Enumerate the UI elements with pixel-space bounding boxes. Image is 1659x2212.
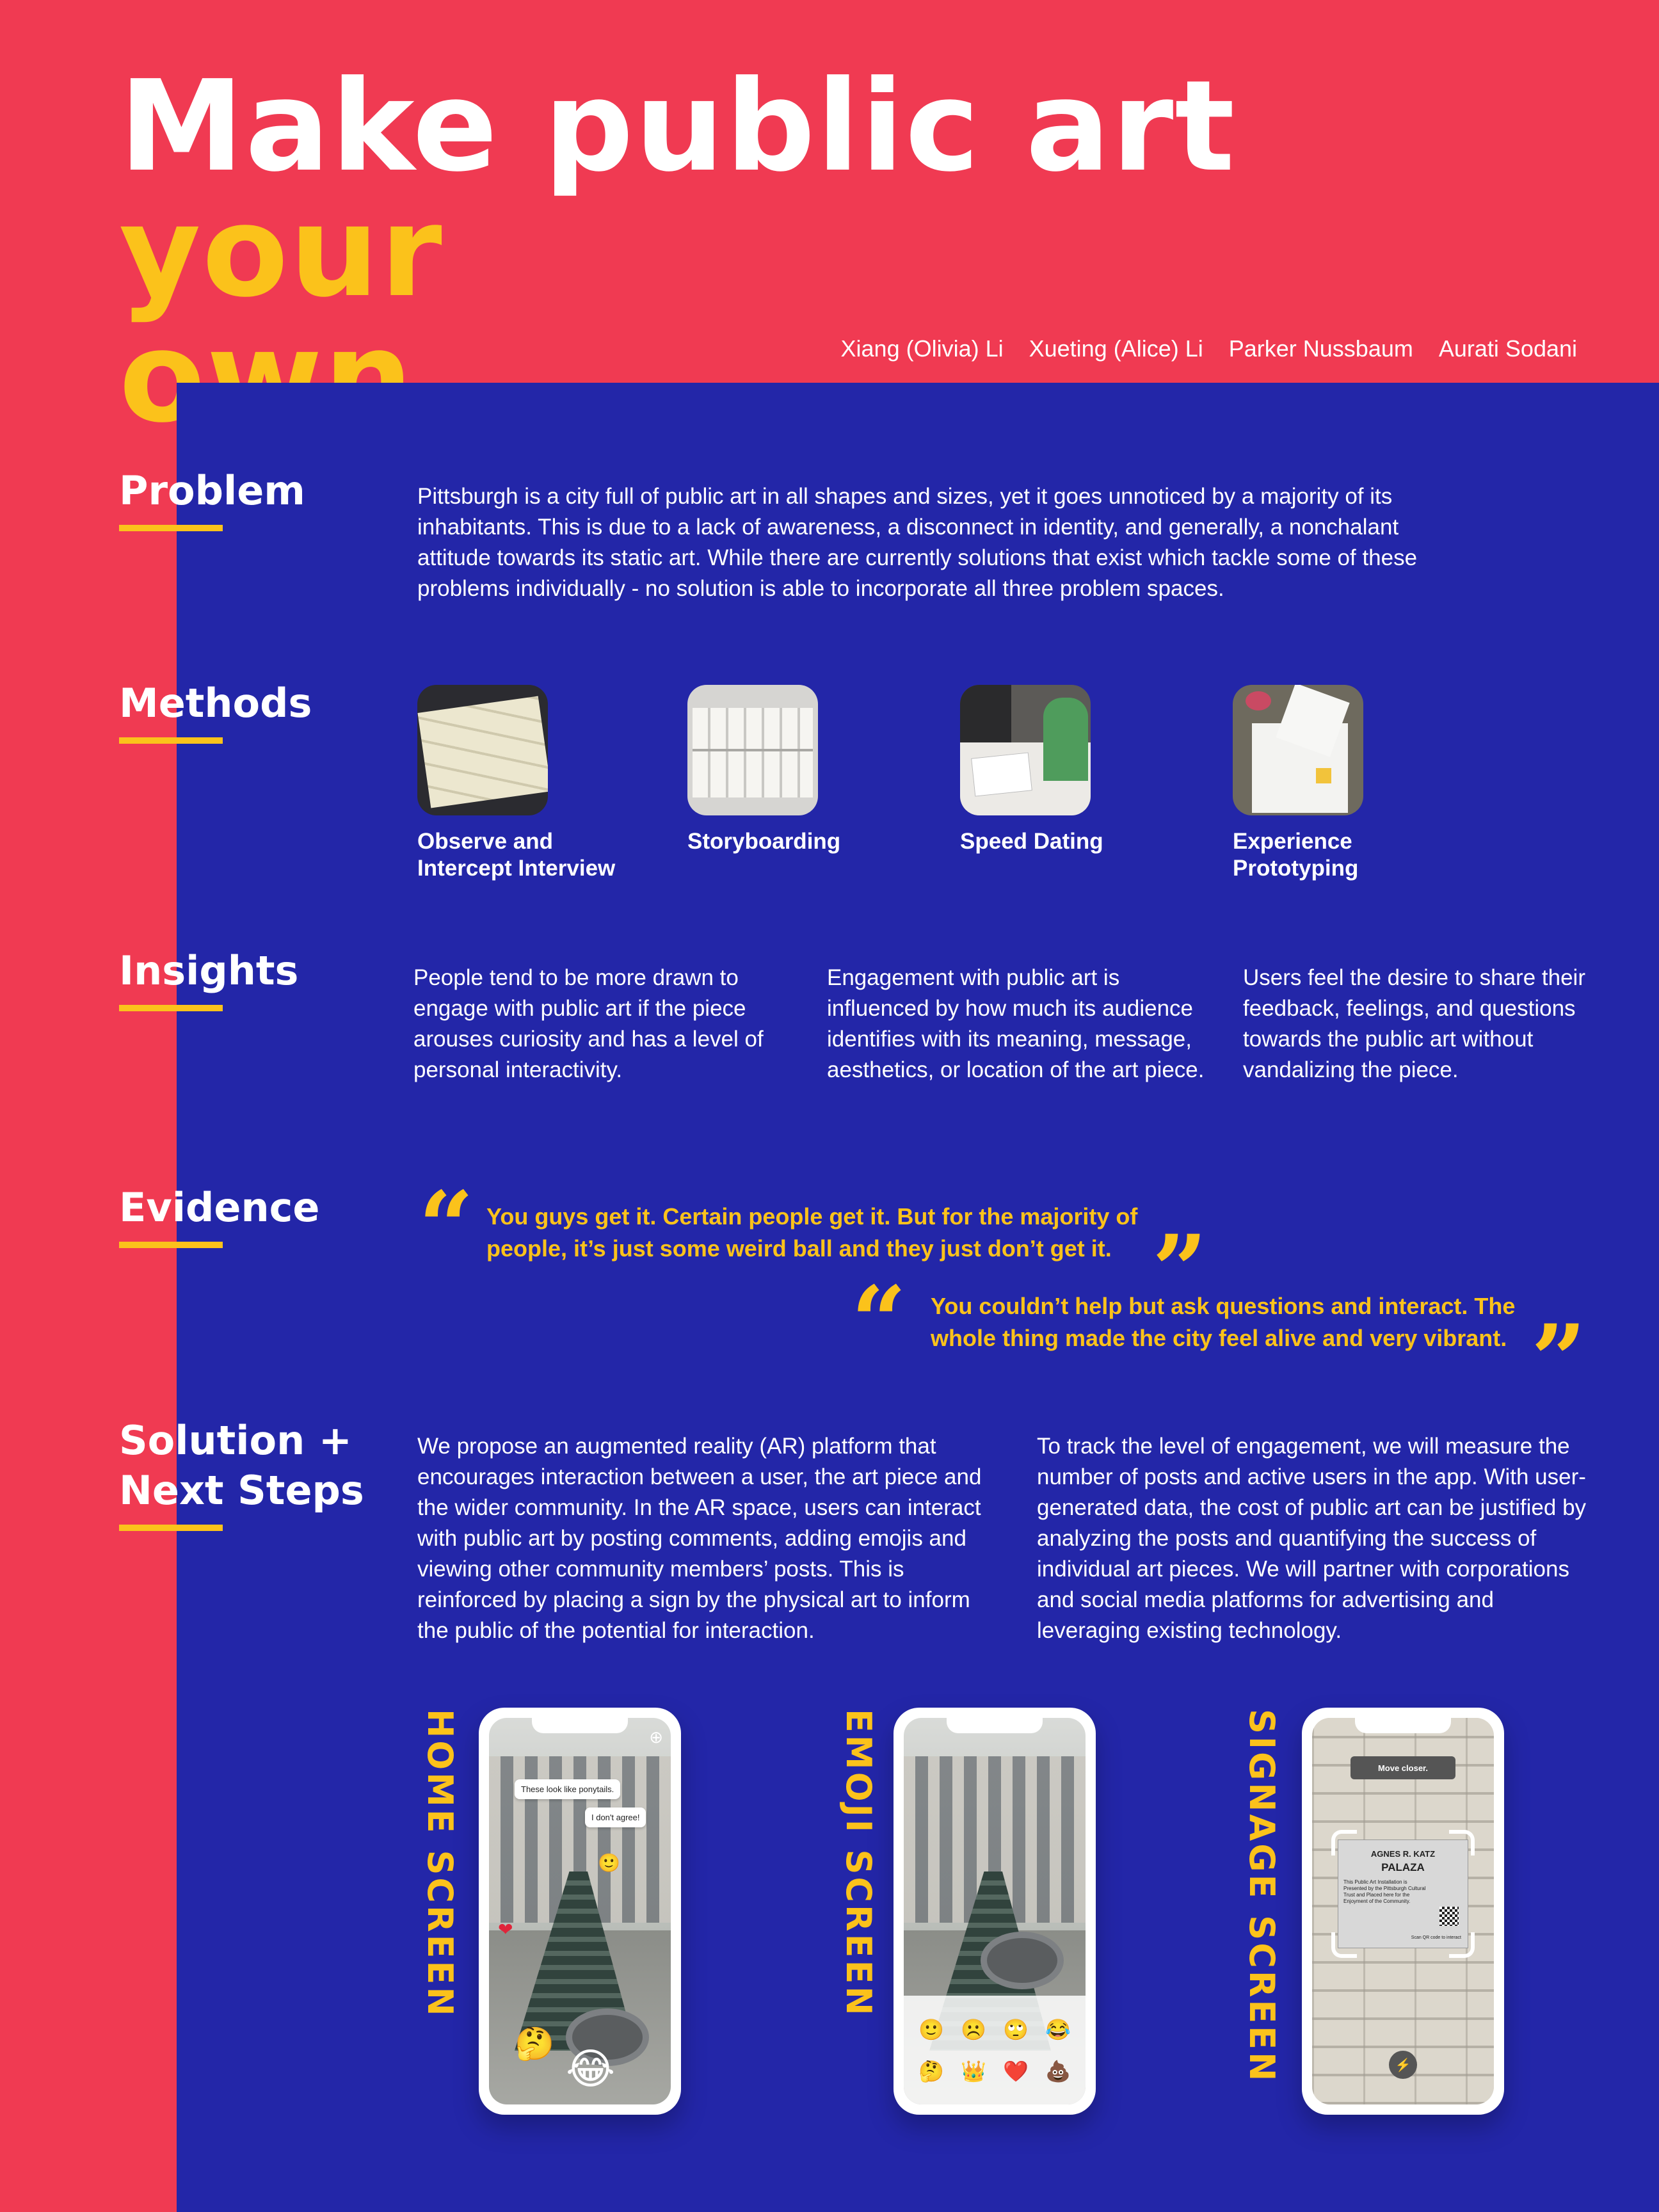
emoji-screen: 🙂 ☹️ 🙄 😂 🤔 👑 ❤️ 💩 bbox=[904, 1718, 1086, 2104]
open-quote-icon: “ bbox=[419, 1171, 474, 1283]
emoji-picker: 🙂 ☹️ 🙄 😂 🤔 👑 ❤️ 💩 bbox=[904, 1996, 1086, 2104]
problem-text: Pittsburgh is a city full of public art … bbox=[417, 484, 1418, 601]
method-photo bbox=[960, 685, 1091, 815]
insights-heading: Insights bbox=[119, 946, 298, 1011]
home-screen-label: HOME SCREEN bbox=[420, 1709, 460, 2019]
method-caption: Speed Dating bbox=[960, 828, 1103, 855]
heading-underline bbox=[119, 525, 223, 531]
method-photo bbox=[417, 685, 548, 815]
flashlight-icon[interactable]: ⚡ bbox=[1389, 2051, 1417, 2079]
emoji-option[interactable]: 🤔 bbox=[918, 2059, 944, 2083]
next-steps-text: To track the level of engagement, we wil… bbox=[1037, 1434, 1587, 1643]
method-photo bbox=[1233, 685, 1363, 815]
method-caption-line: Storyboarding bbox=[687, 829, 841, 854]
problem-heading: Problem bbox=[119, 466, 305, 531]
insight-2: Engagement with public art is influenced… bbox=[827, 965, 1205, 1082]
solution-text: We propose an augmented reality (AR) pla… bbox=[417, 1434, 982, 1643]
heading-underline bbox=[119, 737, 223, 744]
evidence-heading-text: Evidence bbox=[119, 1184, 320, 1231]
phone-notch bbox=[1355, 1718, 1451, 1733]
insight-1: People tend to be more drawn to engage w… bbox=[413, 965, 764, 1082]
method-caption: Observe and Intercept Interview bbox=[417, 828, 615, 882]
emoji-option[interactable]: ❤️ bbox=[1003, 2059, 1029, 2083]
method-storyboarding: Storyboarding bbox=[687, 685, 840, 855]
emoji-option[interactable]: 👑 bbox=[961, 2059, 986, 2083]
smile-emoji-icon[interactable]: 🙂 bbox=[598, 1852, 620, 1873]
author: Xiang (Olivia) Li bbox=[840, 335, 1004, 362]
method-speed-dating: Speed Dating bbox=[960, 685, 1103, 855]
solution-heading-line: Solution + bbox=[119, 1417, 352, 1464]
move-closer-toast: Move closer. bbox=[1350, 1756, 1455, 1779]
emoji-option[interactable]: 🙄 bbox=[1003, 2017, 1029, 2042]
method-caption-line: Prototyping bbox=[1233, 856, 1359, 881]
open-quote-icon: “ bbox=[851, 1265, 907, 1378]
method-caption-line: Experience bbox=[1233, 829, 1352, 854]
home-screen-phone: ⊕ These look like ponytails. I don't agr… bbox=[479, 1708, 681, 2115]
phone-notch bbox=[532, 1718, 628, 1733]
scan-frame bbox=[1331, 1830, 1475, 1958]
insight-3: Users feel the desire to share their fee… bbox=[1243, 965, 1585, 1082]
evidence-heading: Evidence bbox=[119, 1183, 319, 1248]
emoji-option[interactable]: 💩 bbox=[1045, 2059, 1071, 2083]
author: Aurati Sodani bbox=[1438, 335, 1577, 362]
heading-underline bbox=[119, 1525, 223, 1531]
comment-bubble[interactable]: I don't agree! bbox=[585, 1807, 646, 1827]
add-icon[interactable]: ⊕ bbox=[649, 1728, 663, 1747]
home-screen: ⊕ These look like ponytails. I don't agr… bbox=[489, 1718, 671, 2104]
solution-heading: Solution + Next Steps bbox=[119, 1416, 364, 1531]
signage-screen-phone: Move closer. AGNES R. KATZ PALAZA This P… bbox=[1302, 1708, 1504, 2115]
title-yellow-part-1: your bbox=[119, 179, 444, 325]
eye-sculpture bbox=[981, 1932, 1064, 1989]
method-caption: Storyboarding bbox=[687, 828, 840, 855]
emoji-option[interactable]: 🙂 bbox=[918, 2017, 944, 2042]
title-white-part: Make public art bbox=[119, 54, 1237, 200]
emoji-option[interactable]: 😂 bbox=[1045, 2017, 1071, 2042]
evidence-quote-2: You couldn’t help but ask questions and … bbox=[931, 1293, 1516, 1351]
evidence-quote-1: You guys get it. Certain people get it. … bbox=[486, 1203, 1138, 1262]
comment-bubble[interactable]: These look like ponytails. bbox=[515, 1779, 621, 1799]
problem-heading-text: Problem bbox=[119, 467, 305, 514]
method-caption-line: Observe and bbox=[417, 829, 554, 854]
laughing-emoji-icon[interactable]: 😂 bbox=[566, 2044, 615, 2094]
heading-underline bbox=[119, 1005, 223, 1011]
method-observe-interview: Observe and Intercept Interview bbox=[417, 685, 615, 882]
emoji-screen-phone: 🙂 ☹️ 🙄 😂 🤔 👑 ❤️ 💩 bbox=[894, 1708, 1096, 2115]
solution-heading-line: Next Steps bbox=[119, 1467, 364, 1514]
insights-heading-text: Insights bbox=[119, 947, 299, 994]
method-caption: Experience Prototyping bbox=[1233, 828, 1363, 882]
signage-screen-label: SIGNAGE SCREEN bbox=[1242, 1709, 1282, 2084]
method-caption-line: Intercept Interview bbox=[417, 856, 616, 881]
close-quote-icon: ” bbox=[1531, 1304, 1587, 1416]
emoji-screen-label: EMOJI SCREEN bbox=[838, 1709, 879, 2018]
signage-screen: Move closer. AGNES R. KATZ PALAZA This P… bbox=[1312, 1718, 1494, 2104]
heart-emoji-icon[interactable]: ❤ bbox=[498, 1919, 513, 1940]
phone-notch bbox=[947, 1718, 1043, 1733]
method-photo bbox=[687, 685, 818, 815]
thinking-emoji-icon[interactable]: 🤔 bbox=[515, 2025, 554, 2063]
heading-underline bbox=[119, 1242, 223, 1248]
author: Parker Nussbaum bbox=[1228, 335, 1413, 362]
methods-heading-text: Methods bbox=[119, 680, 312, 726]
emoji-option[interactable]: ☹️ bbox=[961, 2017, 986, 2042]
author: Xueting (Alice) Li bbox=[1029, 335, 1203, 362]
author-list: Xiang (Olivia) Li Xueting (Alice) Li Par… bbox=[841, 335, 1577, 362]
method-caption-line: Speed Dating bbox=[960, 829, 1103, 854]
method-experience-prototyping: Experience Prototyping bbox=[1233, 685, 1363, 882]
methods-heading: Methods bbox=[119, 678, 312, 744]
